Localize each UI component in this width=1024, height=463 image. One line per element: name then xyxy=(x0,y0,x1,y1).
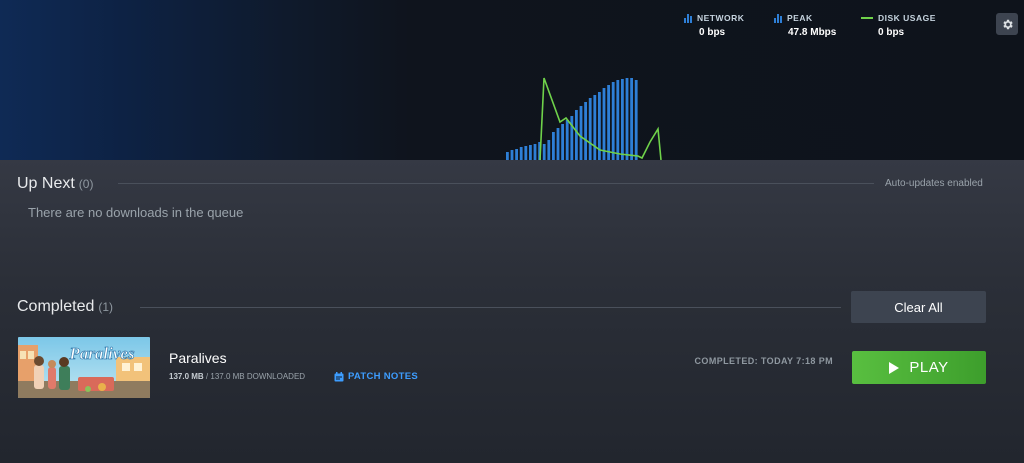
peak-label: PEAK xyxy=(787,13,813,23)
network-bar xyxy=(506,152,509,160)
disk-usage-value: 0 bps xyxy=(878,27,905,38)
network-bar xyxy=(588,98,592,160)
network-bar xyxy=(579,106,583,160)
downloaded-size: 137.0 MB xyxy=(169,372,204,381)
network-bar xyxy=(634,80,638,160)
gear-icon xyxy=(1002,19,1013,29)
patch-notes-link[interactable]: PATCH NOTES xyxy=(334,371,418,382)
play-icon xyxy=(889,361,900,374)
disk-usage-stat: DISK USAGE 0 bps xyxy=(861,13,936,38)
disk-usage-label: DISK USAGE xyxy=(878,13,936,23)
paralives-logo: Paralives xyxy=(68,344,135,363)
network-bar xyxy=(529,145,532,160)
network-bars-icon xyxy=(684,13,692,23)
patch-notes-label: PATCH NOTES xyxy=(348,371,418,382)
total-size: / 137.0 MB DOWNLOADED xyxy=(205,372,306,381)
network-bar xyxy=(602,88,606,160)
network-bar xyxy=(547,140,551,160)
network-bar xyxy=(510,150,514,160)
network-bar xyxy=(570,116,574,160)
completed-label: Completed xyxy=(17,298,95,315)
downloads-content: Up Next (0) Auto-updates enabled There ar… xyxy=(0,160,1024,463)
network-bar xyxy=(621,79,624,160)
network-bar xyxy=(565,120,569,160)
completed-divider xyxy=(140,307,841,308)
peak-value: 47.8 Mbps xyxy=(788,27,837,38)
network-bar xyxy=(630,78,633,160)
settings-button[interactable] xyxy=(996,13,1018,35)
network-stat: NETWORK 0 bps xyxy=(684,13,744,38)
network-bar xyxy=(607,85,610,160)
game-thumbnail[interactable]: Paralives xyxy=(18,337,150,398)
network-bar xyxy=(524,146,528,160)
network-bar xyxy=(593,95,597,160)
network-bar xyxy=(616,80,620,160)
network-bar xyxy=(611,82,615,160)
network-bar xyxy=(584,102,587,160)
empty-queue-message: There are no downloads in the queue xyxy=(28,205,244,220)
network-bar xyxy=(519,147,523,160)
network-bar xyxy=(575,110,578,160)
network-bar xyxy=(515,149,518,160)
up-next-divider xyxy=(118,183,874,184)
completed-title: Completed (1) xyxy=(17,298,113,316)
play-label: PLAY xyxy=(909,359,949,376)
clear-all-button[interactable]: Clear All xyxy=(851,291,986,323)
download-graph-panel: NETWORK 0 bps PEAK 47.8 Mbps DISK USAGE … xyxy=(0,0,1024,160)
game-title: Paralives xyxy=(169,350,227,366)
network-value: 0 bps xyxy=(699,27,726,38)
calendar-icon xyxy=(334,371,344,381)
up-next-count: (0) xyxy=(78,177,94,191)
peak-bars-icon xyxy=(774,13,782,23)
completed-timestamp: COMPLETED: TODAY 7:18 PM xyxy=(694,356,833,366)
up-next-label: Up Next xyxy=(17,175,75,192)
network-bar xyxy=(533,144,537,160)
network-bar xyxy=(542,144,546,160)
disk-line-icon xyxy=(861,17,873,19)
completed-count: (1) xyxy=(98,300,114,314)
network-bar xyxy=(561,124,564,160)
network-bar xyxy=(552,132,555,160)
download-size: 137.0 MB / 137.0 MB DOWNLOADED xyxy=(169,372,305,381)
network-bar xyxy=(556,128,560,160)
play-button[interactable]: PLAY xyxy=(852,351,986,384)
peak-stat: PEAK 47.8 Mbps xyxy=(774,13,836,38)
network-bar xyxy=(625,78,629,160)
auto-updates-status: Auto-updates enabled xyxy=(885,178,983,189)
network-label: NETWORK xyxy=(697,13,745,23)
up-next-title: Up Next (0) xyxy=(17,175,93,193)
